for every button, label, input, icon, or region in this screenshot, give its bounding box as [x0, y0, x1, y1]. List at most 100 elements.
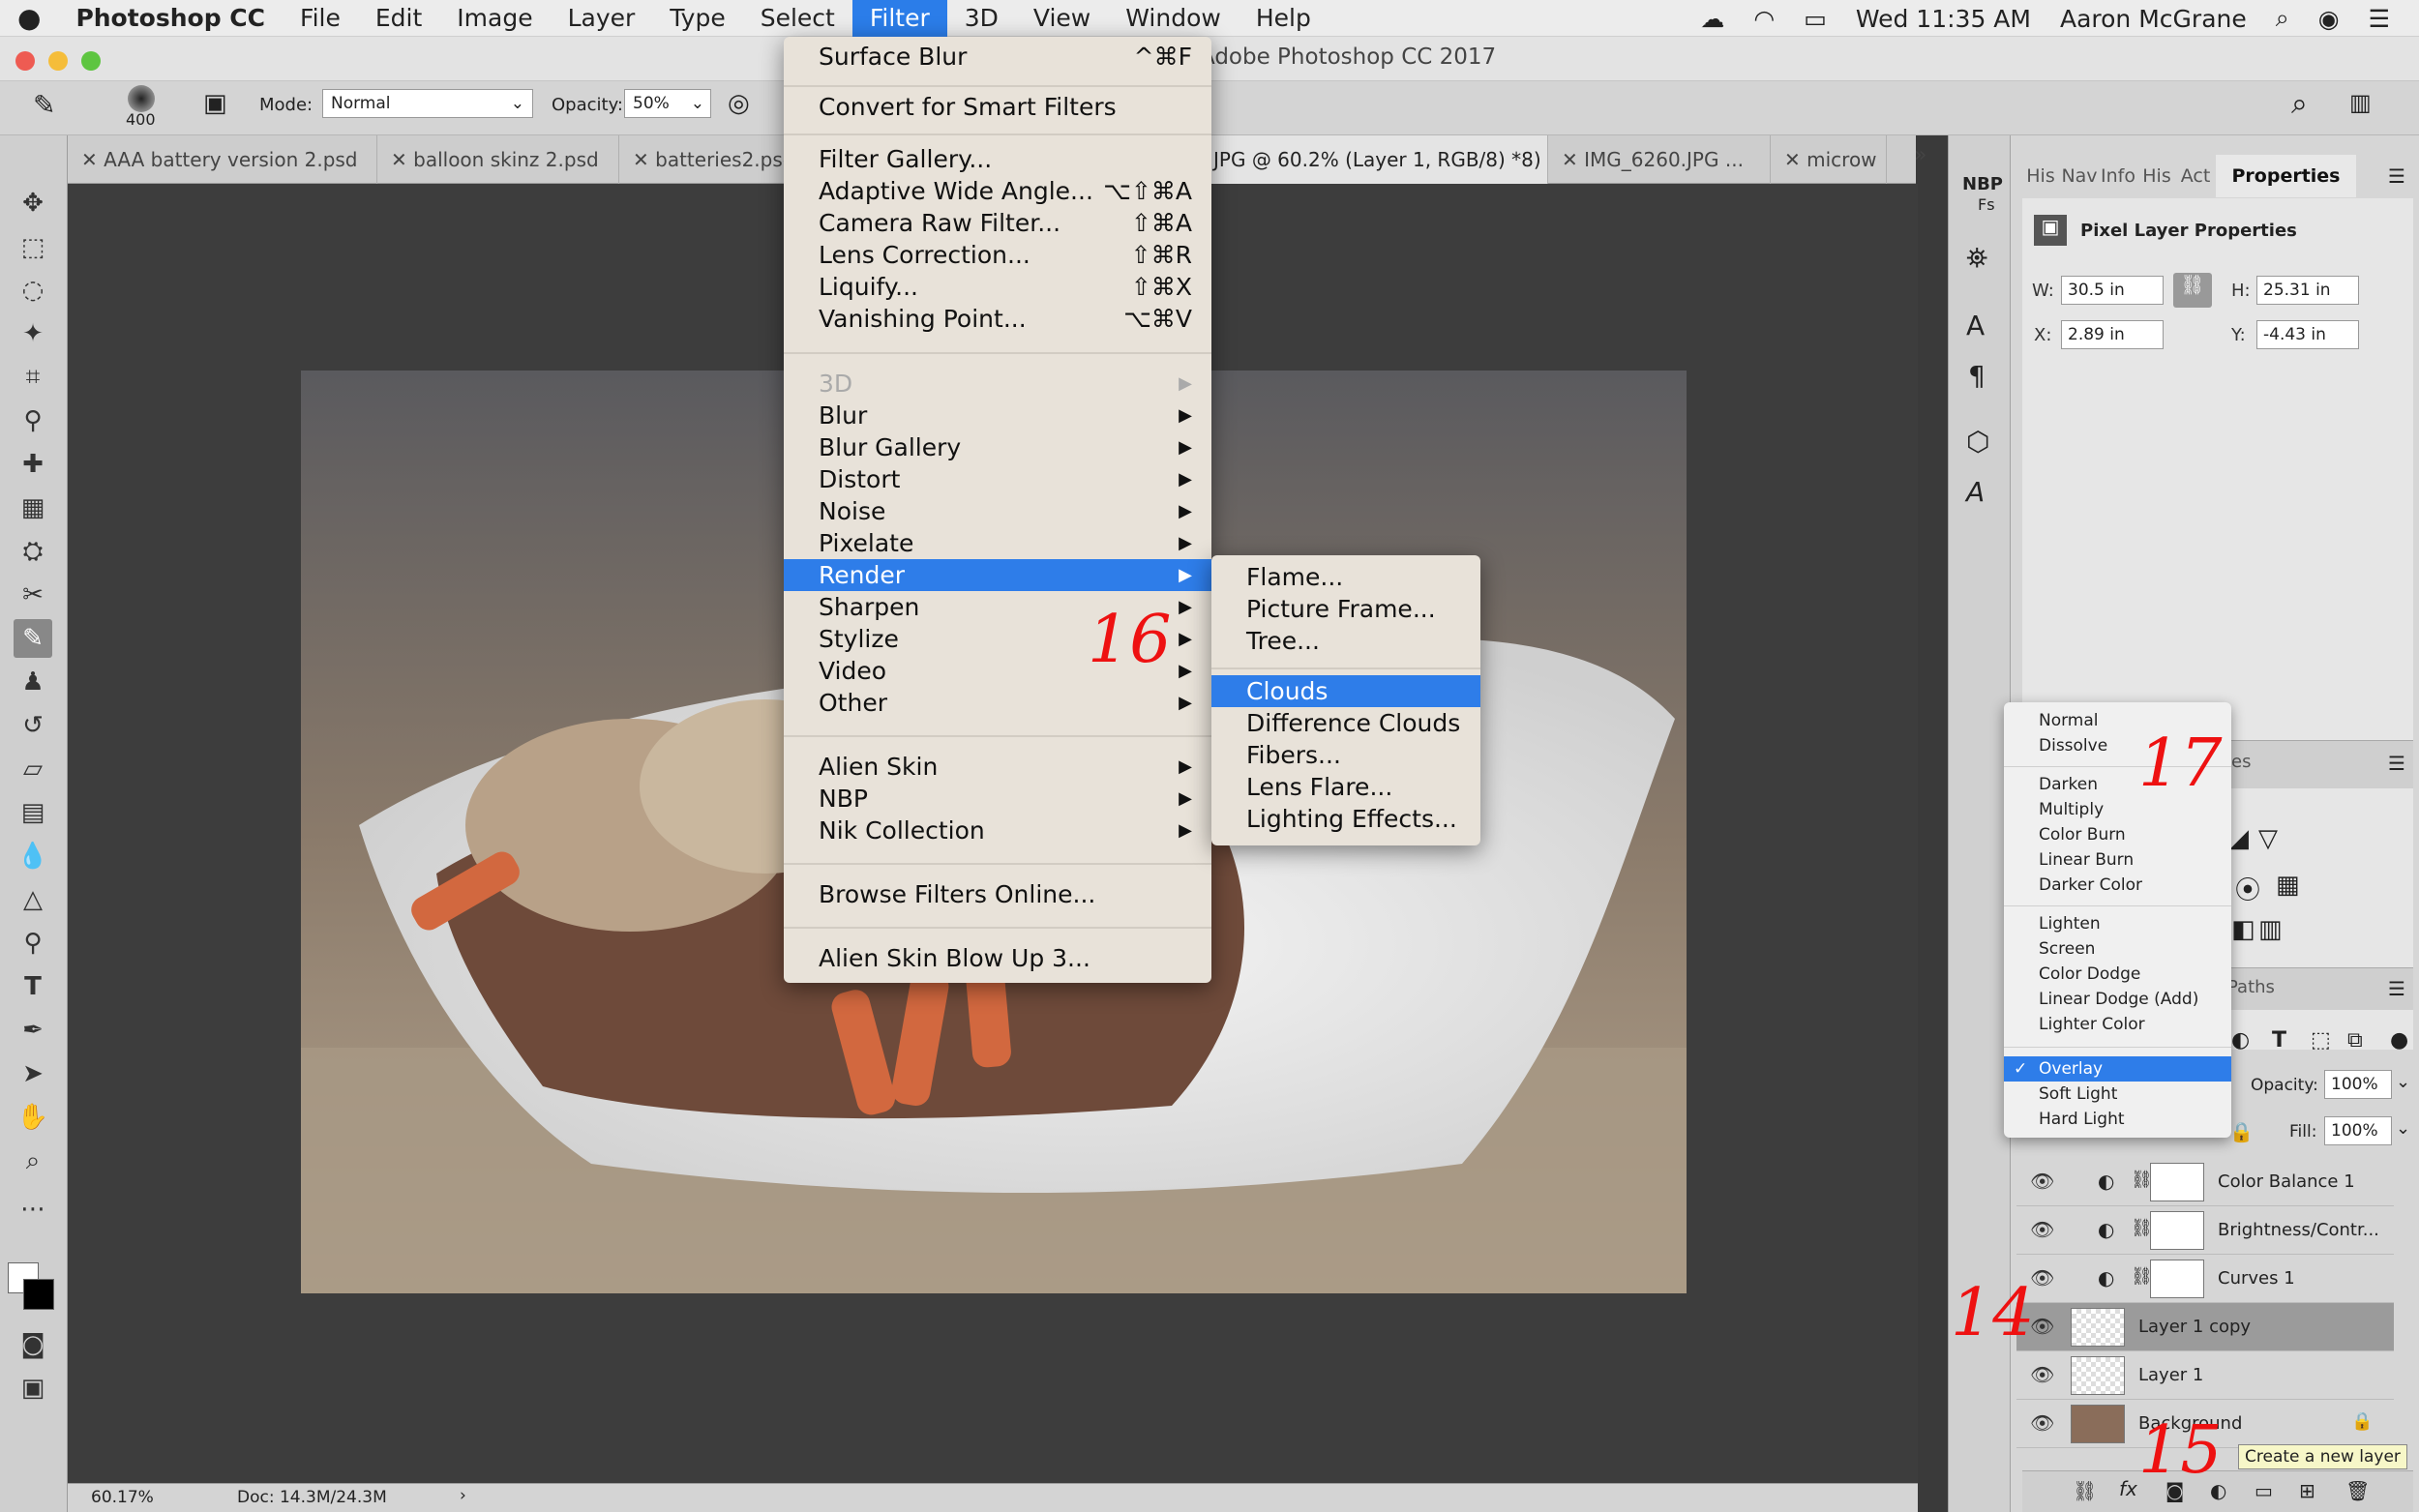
- blend-hard-light[interactable]: Hard Light: [2004, 1107, 2231, 1132]
- tab-active-document[interactable]: JPG @ 60.2% (Layer 1, RGB/8) *8) *: [1200, 135, 1548, 184]
- zoom-window-icon[interactable]: [81, 51, 101, 71]
- tab-batteries2[interactable]: ✕ batteries2.psd: [619, 135, 786, 184]
- tab-actions[interactable]: Act: [2177, 155, 2214, 197]
- mode-select[interactable]: Normal ⌄: [322, 89, 533, 118]
- tabs-overflow-icon[interactable]: »: [1914, 143, 1926, 167]
- paragraph-icon[interactable]: ¶: [1968, 360, 1986, 392]
- content-aware-tool-icon[interactable]: ⛭: [14, 532, 52, 571]
- tab-navigator[interactable]: Nav: [2061, 155, 2098, 197]
- width-field[interactable]: 30.5 in: [2061, 276, 2164, 305]
- menu-item-alien-skin[interactable]: Alien Skin ▶: [784, 751, 1211, 783]
- sharpen-tool-icon[interactable]: △: [14, 880, 52, 919]
- layer-row-layer-1[interactable]: 👁 Layer 1: [2016, 1351, 2394, 1400]
- zoom-level[interactable]: 60.17%: [91, 1488, 154, 1507]
- visibility-eye-icon[interactable]: 👁: [2030, 1411, 2054, 1435]
- menu-window[interactable]: Window: [1108, 0, 1239, 37]
- opacity-field[interactable]: 50% ⌄: [624, 89, 711, 118]
- menu-item-convert-smart-filters[interactable]: Convert for Smart Filters: [784, 91, 1211, 123]
- gradient-tool-icon[interactable]: ▤: [14, 793, 52, 832]
- dodge-tool-icon[interactable]: ⚲: [14, 924, 52, 963]
- menu-item-filter-gallery[interactable]: Filter Gallery...: [784, 143, 1211, 175]
- filter-type-icon[interactable]: T: [2272, 1028, 2286, 1052]
- layer-row-color-balance[interactable]: 👁 ◐ ⛓ Color Balance 1: [2016, 1158, 2394, 1206]
- visibility-eye-icon[interactable]: 👁: [2030, 1170, 2054, 1193]
- tab-balloon-skinz[interactable]: ✕ balloon skinz 2.psd: [377, 135, 619, 184]
- menu-item-noise[interactable]: Noise ▶: [784, 495, 1211, 527]
- menu-item-nik-collection[interactable]: Nik Collection ▶: [784, 815, 1211, 846]
- notification-center-icon[interactable]: ☰: [2369, 5, 2390, 33]
- quick-mask-icon[interactable]: ◙: [14, 1325, 52, 1364]
- lock-icon[interactable]: 🔒: [2229, 1120, 2254, 1143]
- layer-row-curves[interactable]: 👁 ◐ ⛓ Curves 1: [2016, 1255, 2394, 1303]
- blur-tool-icon[interactable]: 💧: [14, 837, 52, 875]
- menu-item-distort[interactable]: Distort ▶: [784, 463, 1211, 495]
- menu-item-difference-clouds[interactable]: Difference Clouds: [1211, 707, 1480, 739]
- screen-mode-icon[interactable]: ▣: [14, 1369, 52, 1408]
- menu-item-browse-filters-online[interactable]: Browse Filters Online...: [784, 878, 1211, 910]
- eyedropper-tool-icon[interactable]: ⚲: [14, 401, 52, 440]
- layer-name[interactable]: Brightness/Contr...: [2218, 1220, 2379, 1240]
- zoom-tool-icon[interactable]: ⌕: [14, 1141, 52, 1180]
- menu-item-vanishing-point[interactable]: Vanishing Point... ⌥⌘V: [784, 303, 1211, 335]
- y-field[interactable]: -4.43 in: [2256, 320, 2359, 349]
- nbp-label[interactable]: NBP: [1962, 174, 2003, 194]
- menu-view[interactable]: View: [1016, 0, 1108, 37]
- layer-name[interactable]: Layer 1: [2138, 1365, 2203, 1385]
- menu-item-picture-frame[interactable]: Picture Frame...: [1211, 593, 1480, 625]
- menu-item-camera-raw[interactable]: Camera Raw Filter... ⇧⌘A: [784, 207, 1211, 239]
- layer-name[interactable]: Curves 1: [2218, 1268, 2295, 1289]
- layer-mask-thumbnail[interactable]: [2150, 1163, 2204, 1201]
- wifi-icon[interactable]: ◠: [1753, 5, 1775, 33]
- menu-item-surface-blur[interactable]: Surface Blur ^⌘F: [784, 41, 1211, 73]
- layer-thumbnail[interactable]: [2071, 1356, 2125, 1395]
- path-selection-tool-icon[interactable]: ➤: [14, 1054, 52, 1093]
- menu-item-liquify[interactable]: Liquify... ⇧⌘X: [784, 271, 1211, 303]
- new-group-icon[interactable]: ▭: [2255, 1479, 2273, 1502]
- patch-tool-icon[interactable]: ▦: [14, 489, 52, 527]
- layer-mask-thumbnail[interactable]: [2150, 1211, 2204, 1250]
- blend-lighter-color[interactable]: Lighter Color: [2004, 1012, 2231, 1037]
- levels-icon[interactable]: ◢: [2229, 824, 2249, 853]
- color-lookup-icon[interactable]: ▦: [2276, 871, 2300, 900]
- menu-item-lens-flare[interactable]: Lens Flare...: [1211, 771, 1480, 803]
- menu-item-fibers[interactable]: Fibers...: [1211, 739, 1480, 771]
- magic-wand-tool-icon[interactable]: ✦: [14, 314, 52, 353]
- user-name[interactable]: Aaron McGrane: [2060, 5, 2247, 33]
- blend-soft-light[interactable]: Soft Light: [2004, 1082, 2231, 1107]
- menu-item-adaptive-wide-angle[interactable]: Adaptive Wide Angle... ⌥⇧⌘A: [784, 175, 1211, 207]
- brush-panel-icon[interactable]: ▣: [203, 89, 227, 118]
- tab-history[interactable]: His: [2022, 155, 2059, 197]
- blend-screen[interactable]: Screen: [2004, 936, 2231, 962]
- clone-source-icon[interactable]: ⛯: [1966, 242, 1987, 275]
- x-field[interactable]: 2.89 in: [2061, 320, 2164, 349]
- menu-3d[interactable]: 3D: [947, 0, 1016, 37]
- fs-label[interactable]: Fs: [1978, 195, 1995, 214]
- blend-lighten[interactable]: Lighten: [2004, 911, 2231, 936]
- clone-stamp-tool-icon[interactable]: ♟: [14, 663, 52, 701]
- search-icon[interactable]: ⌕: [2291, 87, 2308, 121]
- tab-paths[interactable]: Paths: [2227, 977, 2275, 997]
- type-tool-icon[interactable]: T: [14, 967, 52, 1006]
- tab-info[interactable]: Info: [2100, 155, 2136, 197]
- edit-toolbar-icon[interactable]: ⋯: [14, 1190, 52, 1229]
- blend-darker-color[interactable]: Darker Color: [2004, 873, 2231, 898]
- layer-thumbnail[interactable]: [2071, 1405, 2125, 1443]
- menu-item-render[interactable]: Render ▶: [784, 559, 1211, 591]
- exposure-icon[interactable]: ▽: [2258, 824, 2278, 853]
- healing-brush-tool-icon[interactable]: ✚: [14, 445, 52, 484]
- close-window-icon[interactable]: [15, 51, 35, 71]
- panel-menu-icon[interactable]: ☰: [2388, 164, 2405, 188]
- layer-opacity-field[interactable]: 100%: [2324, 1070, 2392, 1099]
- creative-cloud-icon[interactable]: ☁: [1700, 5, 1724, 33]
- apple-icon[interactable]: ●: [0, 0, 58, 37]
- visibility-eye-icon[interactable]: 👁: [2030, 1363, 2054, 1386]
- siri-icon[interactable]: ◉: [2318, 5, 2340, 33]
- gradient-map-icon[interactable]: ▥: [2258, 915, 2283, 944]
- menu-item-blur[interactable]: Blur ▶: [784, 400, 1211, 431]
- pen-tool-icon[interactable]: ✒: [14, 1011, 52, 1050]
- fill-field[interactable]: 100%: [2324, 1116, 2392, 1145]
- menu-help[interactable]: Help: [1239, 0, 1329, 37]
- 3d-cube-icon[interactable]: ⬡: [1966, 426, 1989, 458]
- menu-item-lens-correction[interactable]: Lens Correction... ⇧⌘R: [784, 239, 1211, 271]
- layer-thumbnail[interactable]: [2071, 1308, 2125, 1347]
